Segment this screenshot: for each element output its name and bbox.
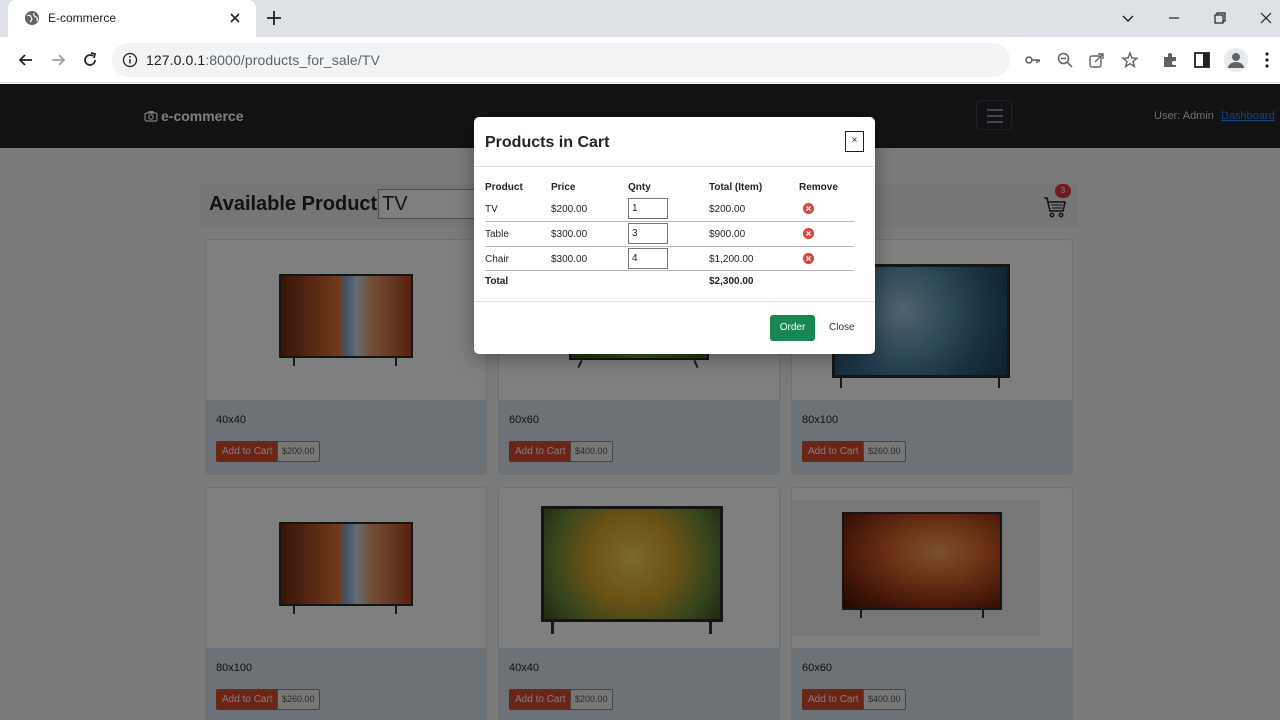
more-menu-icon[interactable]	[1257, 50, 1277, 70]
order-button[interactable]: Order	[770, 315, 815, 341]
tab-search-icon[interactable]	[1118, 8, 1138, 28]
key-icon[interactable]	[1024, 51, 1042, 69]
total-label: Total	[485, 276, 509, 287]
total-value: $2,300.00	[709, 276, 754, 287]
quantity-input[interactable]	[628, 248, 668, 269]
zoom-icon[interactable]	[1056, 51, 1074, 69]
url-host: 127.0.0.1	[146, 52, 206, 68]
url-path: :8000/products_for_sale/TV	[205, 52, 380, 68]
column-header-total: Total (Item)	[709, 182, 763, 193]
forward-arrow-icon[interactable]	[48, 50, 68, 70]
cart-item-product: Table	[485, 229, 509, 240]
remove-item-icon[interactable]	[803, 228, 814, 239]
restore-icon[interactable]	[1210, 8, 1230, 28]
cart-item-total: $200.00	[709, 204, 746, 215]
new-tab-icon[interactable]	[264, 8, 284, 28]
cart-item-product: Chair	[485, 254, 509, 265]
modal-footer-divider	[474, 301, 875, 302]
row-divider	[485, 270, 854, 271]
close-window-icon[interactable]	[1256, 8, 1276, 28]
share-icon[interactable]	[1088, 51, 1106, 69]
cart-item-product: TV	[485, 204, 498, 215]
cart-item-total: $900.00	[709, 229, 746, 240]
close-button[interactable]: Close	[829, 322, 855, 333]
browser-tab[interactable]: E-commerce	[8, 0, 256, 37]
tab-title: E-commerce	[48, 11, 117, 25]
modal-title: Products in Cart	[485, 134, 610, 151]
person-icon	[1228, 53, 1244, 68]
url-text: 127.0.0.1:8000/products_for_sale/TV	[146, 52, 380, 68]
quantity-input[interactable]	[628, 198, 668, 219]
remove-item-icon[interactable]	[803, 203, 814, 214]
profile-avatar[interactable]	[1224, 48, 1248, 72]
address-bar[interactable]: 127.0.0.1:8000/products_for_sale/TV	[112, 43, 1139, 77]
bookmark-star-icon[interactable]	[1121, 51, 1139, 69]
globe-icon	[25, 11, 39, 25]
column-header-remove: Remove	[799, 182, 838, 193]
minimize-icon[interactable]	[1164, 8, 1184, 28]
side-panel-icon[interactable]	[1192, 50, 1212, 70]
reload-icon[interactable]	[80, 50, 100, 70]
back-arrow-icon[interactable]	[16, 50, 36, 70]
quantity-input[interactable]	[628, 223, 668, 244]
row-divider	[485, 221, 854, 222]
cart-item-price: $200.00	[551, 204, 588, 215]
browser-toolbar: 127.0.0.1:8000/products_for_sale/TV	[0, 37, 1280, 83]
modal-header-divider	[474, 166, 875, 167]
cart-item-price: $300.00	[551, 229, 588, 240]
modal-close-button[interactable]: ×	[845, 131, 864, 152]
cart-modal: Products in Cart × Product Price Qnty To…	[474, 117, 875, 354]
extensions-puzzle-icon[interactable]	[1160, 50, 1180, 70]
browser-tab-strip: E-commerce	[0, 0, 1280, 37]
column-header-product: Product	[485, 182, 523, 193]
cart-item-total: $1,200.00	[709, 254, 754, 265]
cart-item-price: $300.00	[551, 254, 588, 265]
close-tab-icon[interactable]	[226, 9, 244, 27]
column-header-qnty: Qnty	[628, 182, 651, 193]
remove-item-icon[interactable]	[803, 253, 814, 264]
row-divider	[485, 246, 854, 247]
site-info-icon[interactable]	[122, 52, 138, 68]
column-header-price: Price	[551, 182, 576, 193]
